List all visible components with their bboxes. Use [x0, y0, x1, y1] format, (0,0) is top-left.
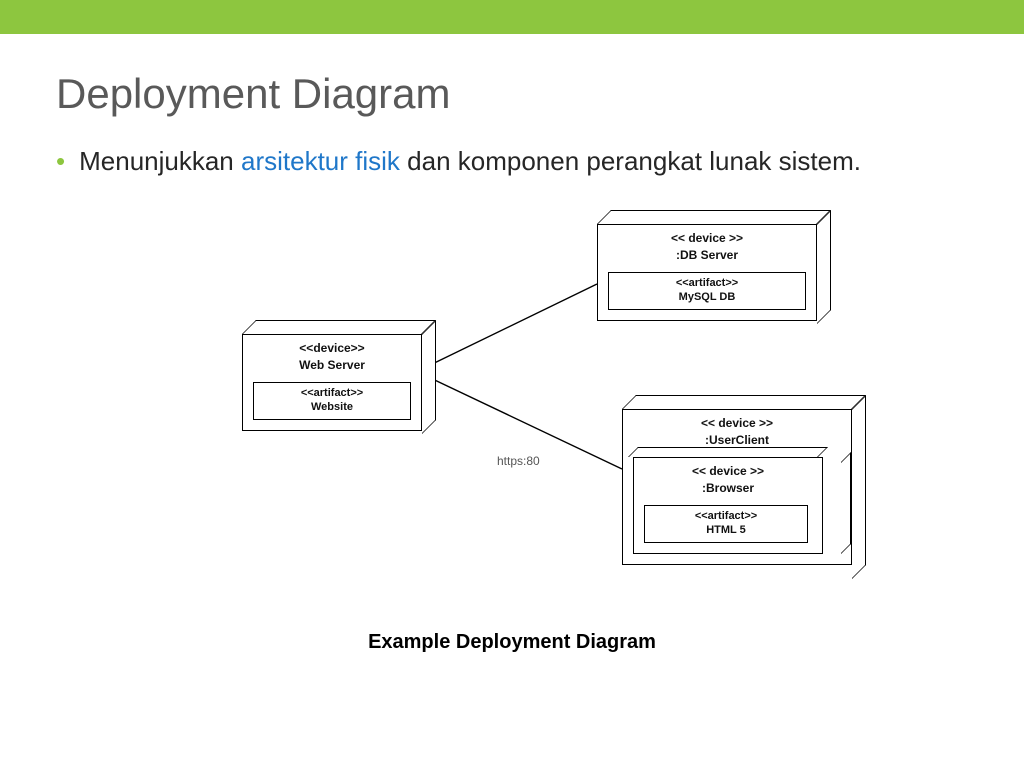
- node-user-client: << device >> :UserClient << device >> :B…: [622, 409, 852, 565]
- db-server-artifact-name: MySQL DB: [617, 291, 797, 303]
- header-accent-bar: [0, 0, 1024, 34]
- bullet-suffix: dan komponen perangkat lunak sistem.: [400, 146, 861, 176]
- bullet-item: Menunjukkan arsitektur fisik dan kompone…: [56, 144, 968, 179]
- diagram-caption: Example Deployment Diagram: [56, 631, 968, 654]
- web-server-artifact: <<artifact>> Website: [253, 382, 411, 420]
- web-server-artifact-name: Website: [262, 401, 402, 413]
- node-web-server: <<device>> Web Server <<artifact>> Websi…: [242, 334, 422, 431]
- edge-label-https: https:80: [497, 454, 540, 468]
- browser-artifact: <<artifact>> HTML 5: [644, 505, 808, 543]
- bullet-list: Menunjukkan arsitektur fisik dan kompone…: [56, 144, 968, 179]
- bullet-text: Menunjukkan arsitektur fisik dan kompone…: [79, 144, 861, 179]
- db-server-artifact-stereotype: <<artifact>>: [617, 277, 797, 291]
- db-server-stereotype: << device >>: [598, 225, 816, 248]
- user-client-stereotype: << device >>: [623, 410, 851, 433]
- browser-name: :Browser: [634, 481, 822, 503]
- node-browser: << device >> :Browser <<artifact>> HTML …: [633, 457, 841, 554]
- db-server-artifact: <<artifact>> MySQL DB: [608, 272, 806, 310]
- page-title: Deployment Diagram: [56, 70, 968, 118]
- bullet-prefix: Menunjukkan: [79, 146, 241, 176]
- db-server-name: :DB Server: [598, 248, 816, 270]
- node-db-server: << device >> :DB Server <<artifact>> MyS…: [597, 224, 817, 321]
- browser-artifact-name: HTML 5: [653, 524, 799, 536]
- web-server-artifact-stereotype: <<artifact>>: [262, 387, 402, 401]
- bullet-highlight: arsitektur fisik: [241, 146, 400, 176]
- web-server-stereotype: <<device>>: [243, 335, 421, 358]
- slide-body: Deployment Diagram Menunjukkan arsitektu…: [0, 34, 1024, 664]
- deployment-diagram: <<device>> Web Server <<artifact>> Websi…: [102, 199, 922, 619]
- browser-artifact-stereotype: <<artifact>>: [653, 510, 799, 524]
- web-server-name: Web Server: [243, 358, 421, 380]
- browser-stereotype: << device >>: [634, 458, 822, 481]
